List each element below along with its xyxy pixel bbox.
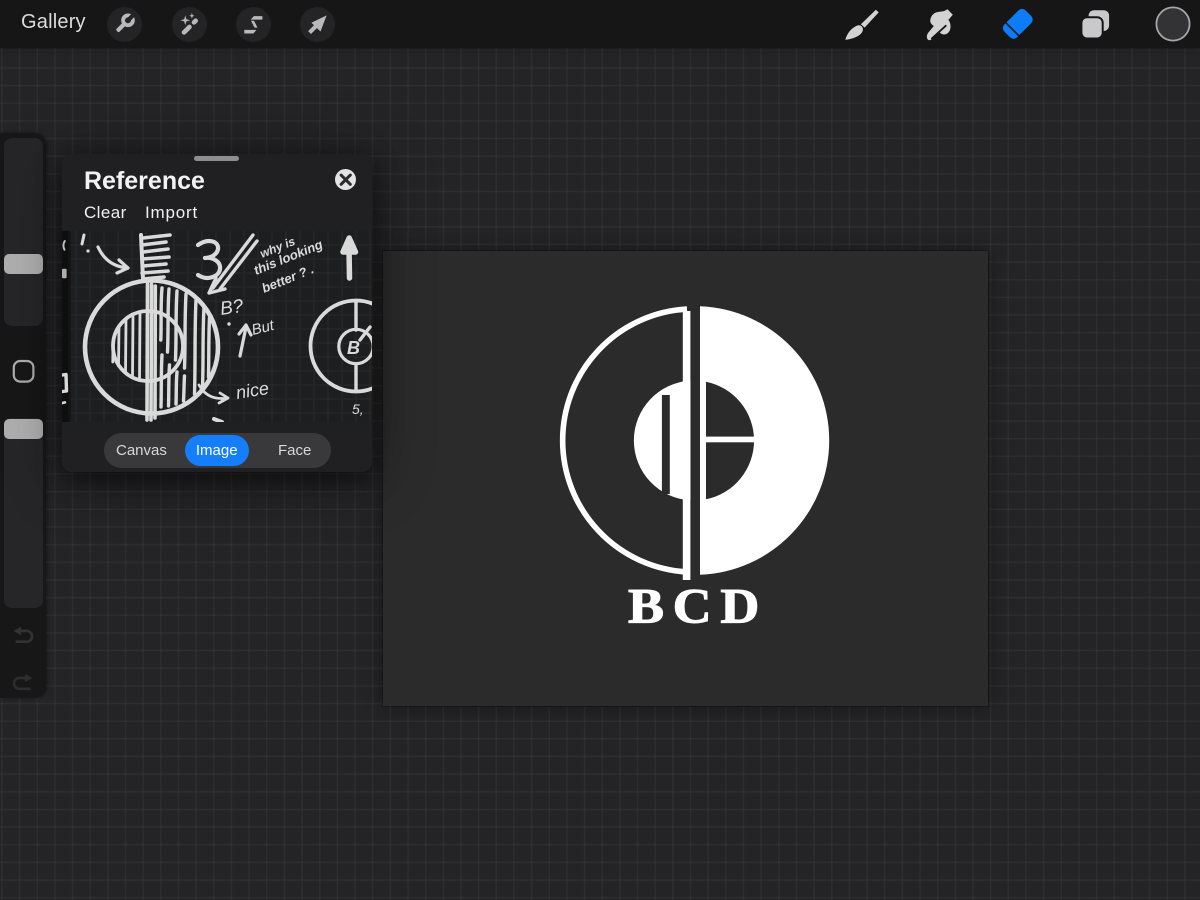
svg-text:B?: B? xyxy=(219,296,245,320)
svg-text:B: B xyxy=(347,338,360,358)
svg-text:5,: 5, xyxy=(352,401,364,417)
svg-text:BCD: BCD xyxy=(628,578,768,634)
